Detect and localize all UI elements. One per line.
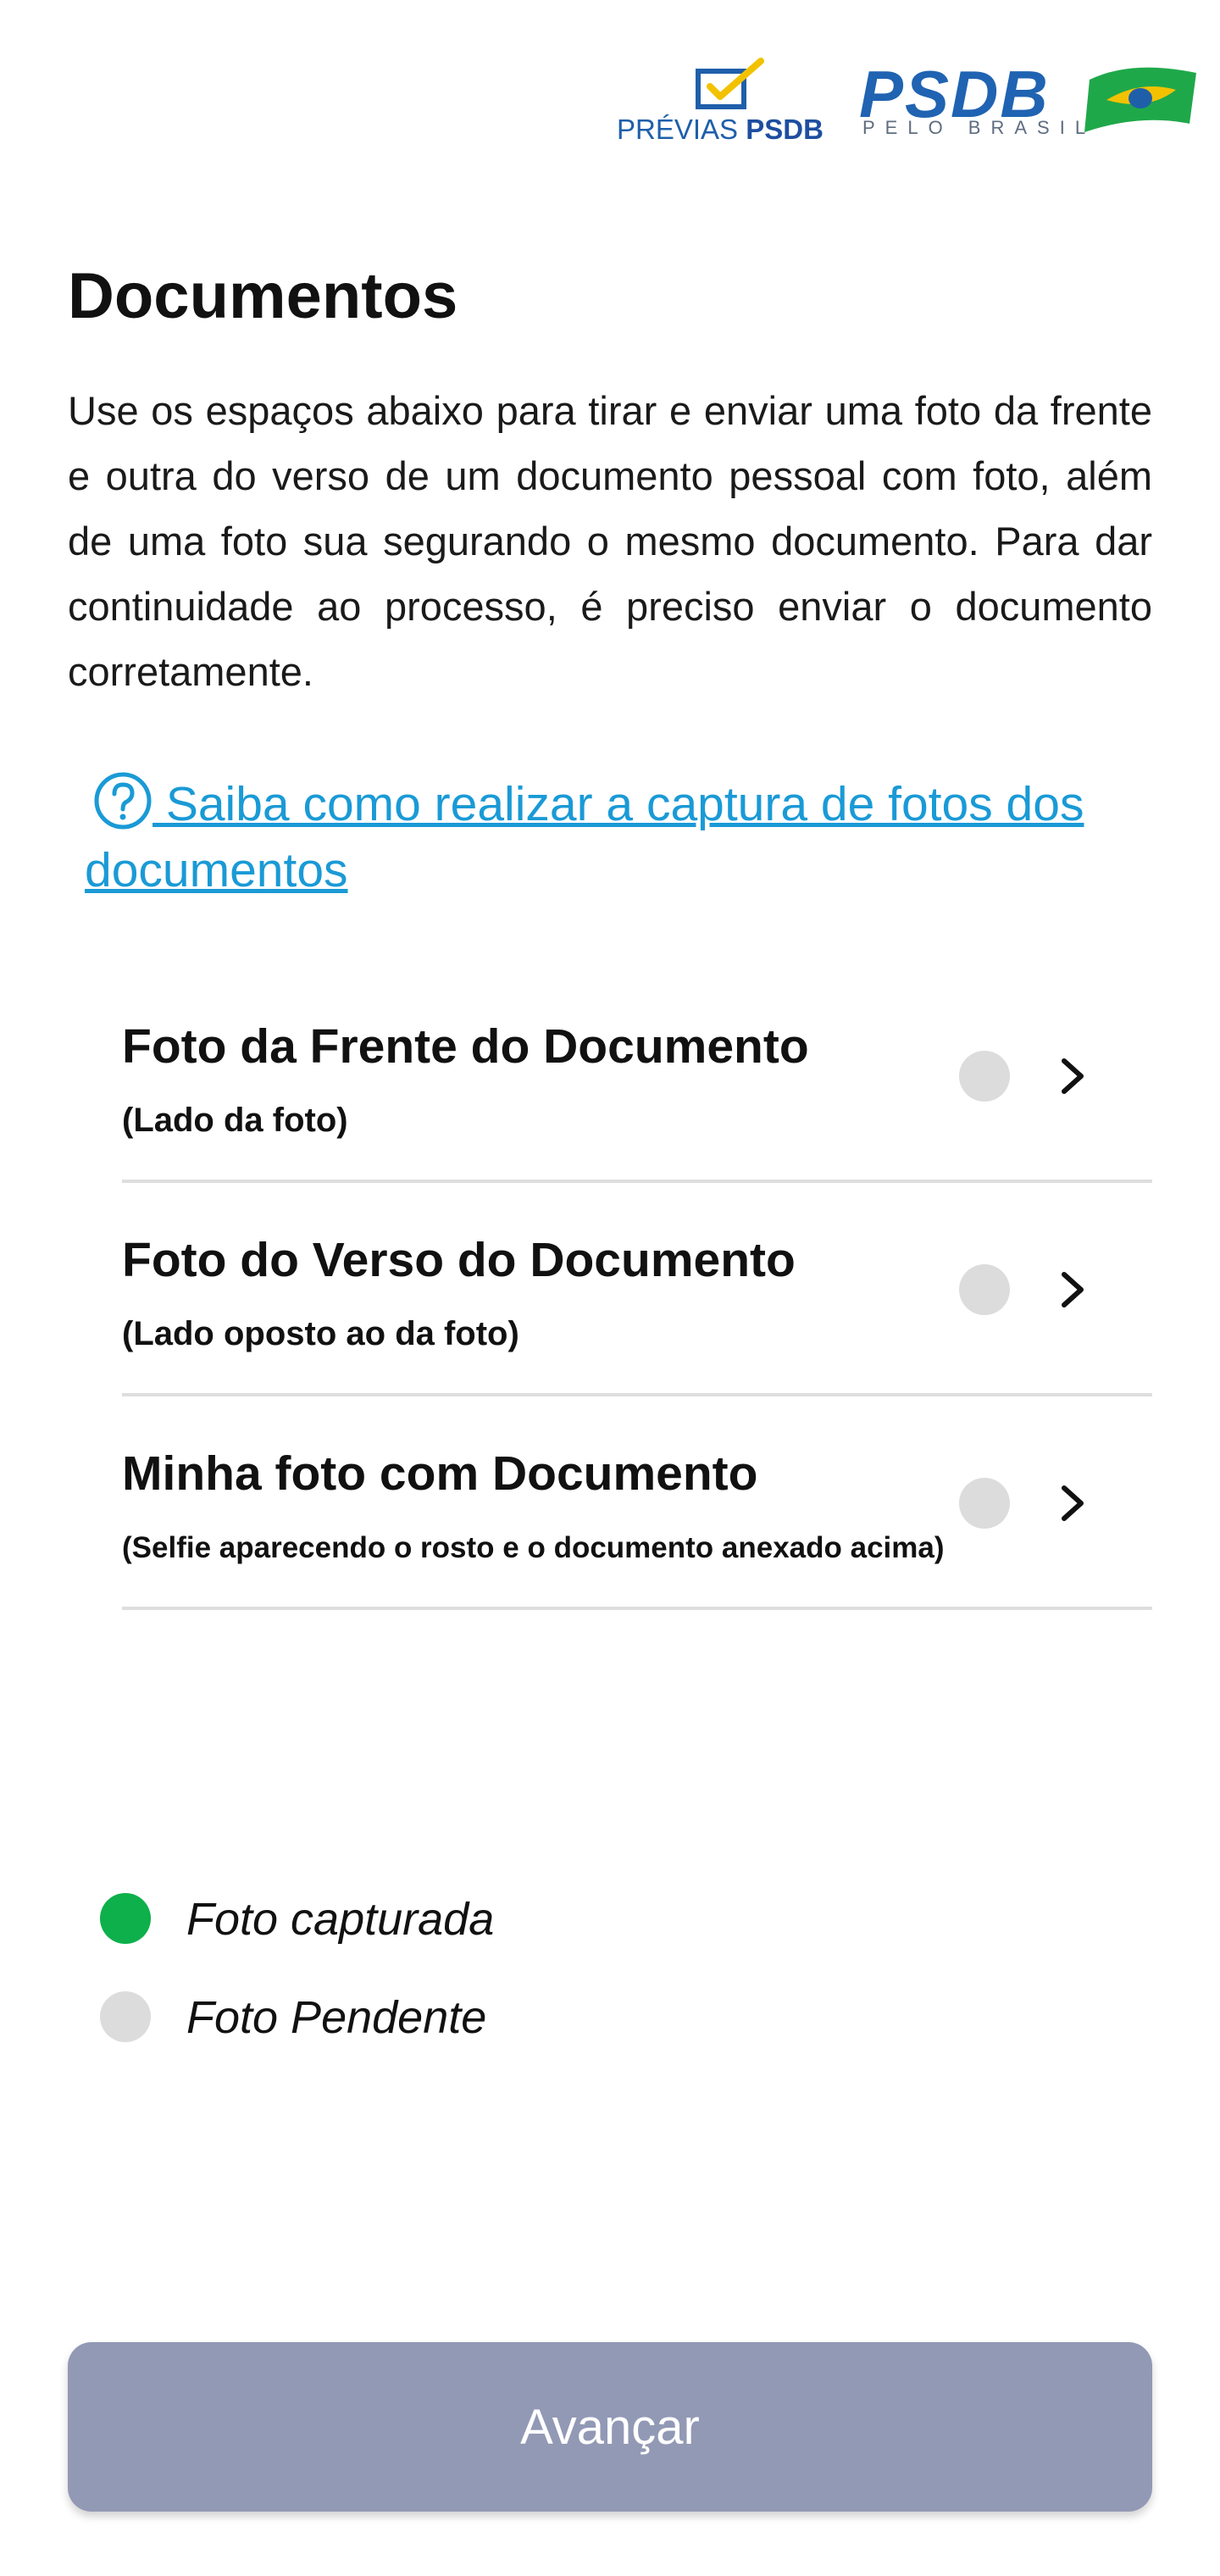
- ballot-box-icon: [696, 58, 764, 109]
- advance-button[interactable]: Avançar: [68, 2342, 1152, 2512]
- pending-status-dot: [959, 1478, 1010, 1529]
- pending-status-dot: [959, 1264, 1010, 1315]
- document-title: Foto da Frente do Documento: [122, 1019, 809, 1074]
- document-item-front[interactable]: Foto da Frente do Documento (Lado da fot…: [122, 966, 1152, 1183]
- psdb-logo-tagline: PELO BRASIL: [862, 117, 1096, 138]
- document-title: Foto do Verso do Documento: [122, 1233, 796, 1287]
- page-title: Documentos: [68, 260, 458, 332]
- pending-status-dot: [100, 1991, 151, 2042]
- help-capture-link[interactable]: Saiba como realizar a captura de fotos d…: [85, 771, 1135, 903]
- app-header: PRÉVIAS PSDB PSDB PELO BRASIL: [0, 0, 1220, 186]
- help-link-label: Saiba como realizar a captura de fotos d…: [85, 777, 1084, 897]
- intro-text: Use os espaços abaixo para tirar e envia…: [68, 388, 1152, 694]
- brazil-flag-icon: [1084, 67, 1196, 132]
- question-circle-icon: [94, 772, 152, 830]
- legend-pending-label: Foto Pendente: [186, 1992, 487, 2043]
- document-item-back[interactable]: Foto do Verso do Documento (Lado oposto …: [122, 1180, 1152, 1396]
- document-subtitle: (Lado oposto ao da foto): [122, 1315, 519, 1352]
- document-title: Minha foto com Documento: [122, 1446, 758, 1501]
- document-item-selfie[interactable]: Minha foto com Documento (Selfie aparece…: [122, 1393, 1152, 1610]
- chevron-right-icon: [1062, 1485, 1084, 1521]
- previas-logo-brand: PSDB: [746, 114, 824, 145]
- chevron-right-icon: [1062, 1272, 1084, 1307]
- legend-captured-label: Foto capturada: [186, 1894, 495, 1945]
- previas-psdb-logo: PRÉVIAS PSDB: [617, 58, 833, 151]
- psdb-logo: PSDB PELO BRASIL: [859, 56, 1196, 149]
- previas-logo-prefix: PRÉVIAS: [617, 114, 739, 145]
- document-subtitle: (Selfie aparecendo o rosto e o documento…: [122, 1531, 945, 1564]
- chevron-right-icon: [1062, 1058, 1084, 1094]
- previas-logo-text: PRÉVIAS PSDB: [617, 114, 824, 146]
- captured-status-dot: [100, 1893, 151, 1944]
- document-subtitle: (Lado da foto): [122, 1102, 348, 1139]
- pending-status-dot: [959, 1051, 1010, 1102]
